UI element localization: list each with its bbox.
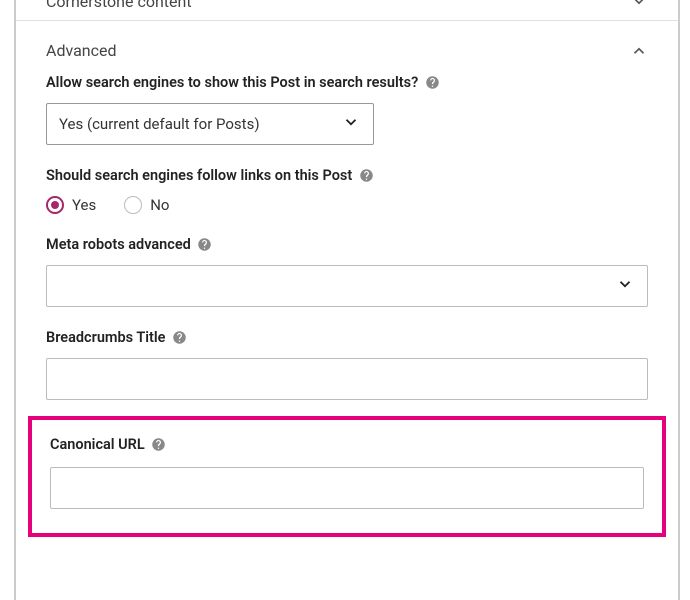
follow-links-label-text: Should search engines follow links on th…: [46, 167, 352, 184]
meta-robots-select-wrap: [46, 265, 648, 307]
meta-robots-label: Meta robots advanced: [46, 236, 648, 253]
help-icon[interactable]: [172, 330, 188, 346]
allow-search-label: Allow search engines to show this Post i…: [46, 74, 648, 91]
allow-search-value: Yes (current default for Posts): [59, 115, 260, 133]
radio-no-circle: [124, 196, 142, 214]
chevron-down-icon: [630, 0, 648, 10]
breadcrumbs-label: Breadcrumbs Title: [46, 329, 648, 346]
allow-search-field: Allow search engines to show this Post i…: [46, 74, 648, 145]
follow-links-label: Should search engines follow links on th…: [46, 167, 648, 184]
advanced-section: Advanced Allow search engines to show th…: [16, 20, 678, 537]
breadcrumbs-field: Breadcrumbs Title: [46, 329, 648, 400]
follow-links-field: Should search engines follow links on th…: [46, 167, 648, 214]
canonical-input[interactable]: [50, 467, 644, 509]
meta-robots-label-text: Meta robots advanced: [46, 236, 191, 253]
canonical-highlight: Canonical URL: [28, 416, 666, 537]
canonical-label: Canonical URL: [50, 436, 644, 453]
chevron-up-icon: [630, 42, 648, 60]
advanced-header[interactable]: Advanced: [16, 21, 678, 74]
follow-links-radios: Yes No: [46, 196, 648, 214]
radio-no-label: No: [150, 196, 169, 214]
radio-yes-label: Yes: [72, 196, 96, 214]
meta-robots-select[interactable]: [46, 265, 648, 307]
help-icon[interactable]: [197, 237, 213, 253]
canonical-label-text: Canonical URL: [50, 436, 145, 453]
help-icon[interactable]: [358, 168, 374, 184]
radio-no[interactable]: No: [124, 196, 169, 214]
advanced-body: Allow search engines to show this Post i…: [16, 74, 678, 416]
advanced-title: Advanced: [46, 41, 117, 60]
breadcrumbs-label-text: Breadcrumbs Title: [46, 329, 166, 346]
meta-robots-field: Meta robots advanced: [46, 236, 648, 307]
help-icon[interactable]: [151, 437, 167, 453]
allow-search-select[interactable]: Yes (current default for Posts): [46, 103, 374, 145]
cornerstone-title: Cornerstone content: [46, 0, 192, 11]
allow-search-select-wrap: Yes (current default for Posts): [46, 103, 374, 145]
cornerstone-header[interactable]: Cornerstone content: [16, 0, 678, 20]
allow-search-label-text: Allow search engines to show this Post i…: [46, 74, 418, 91]
radio-yes[interactable]: Yes: [46, 196, 96, 214]
cornerstone-section: Cornerstone content: [16, 0, 678, 20]
radio-yes-dot: [51, 201, 59, 209]
help-icon[interactable]: [424, 75, 440, 91]
radio-yes-circle: [46, 196, 64, 214]
settings-panel: Cornerstone content Advanced Allow searc…: [14, 0, 680, 600]
breadcrumbs-input[interactable]: [46, 358, 648, 400]
